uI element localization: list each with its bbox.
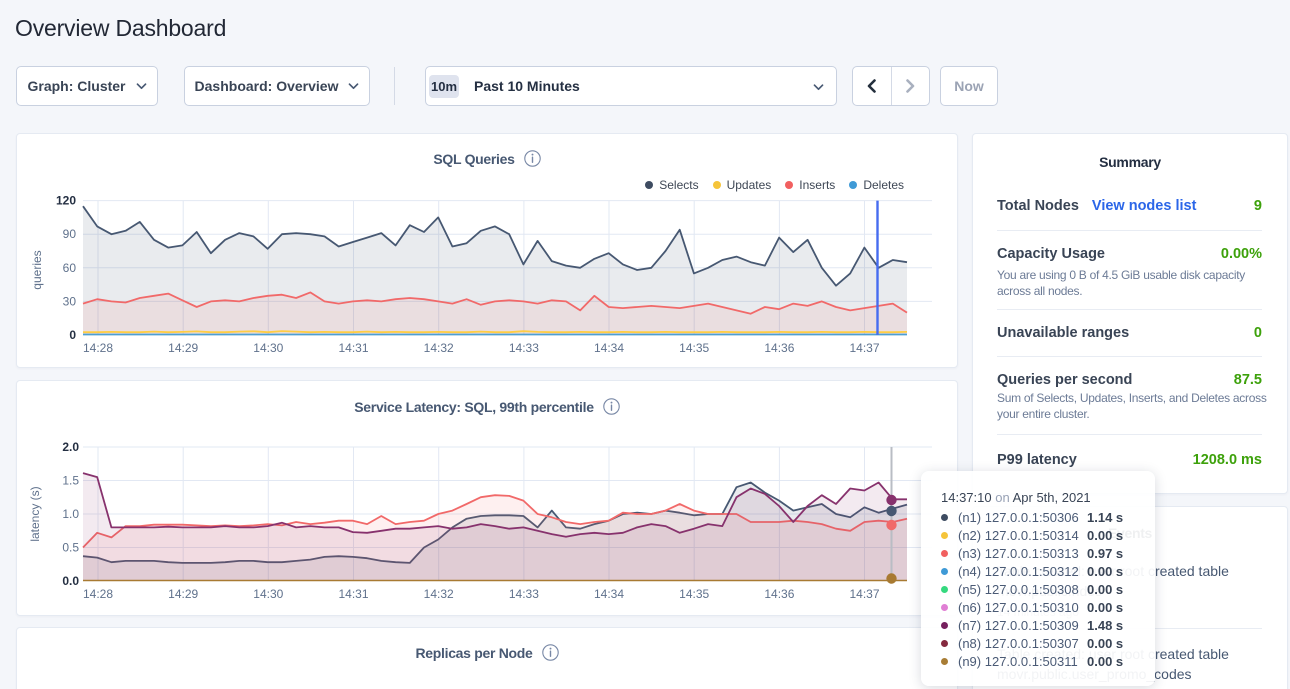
svg-text:14:31: 14:31: [338, 341, 368, 355]
svg-text:1.5: 1.5: [62, 474, 79, 488]
svg-text:14:28: 14:28: [83, 341, 113, 355]
svg-text:latency (s): latency (s): [28, 486, 42, 541]
svg-text:14:33: 14:33: [509, 587, 539, 601]
svg-text:14:29: 14:29: [168, 587, 198, 601]
svg-text:120: 120: [56, 194, 76, 208]
svg-text:14:30: 14:30: [253, 587, 283, 601]
svg-text:1.0: 1.0: [62, 507, 79, 521]
svg-text:14:30: 14:30: [253, 341, 283, 355]
svg-text:2.0: 2.0: [62, 440, 79, 454]
svg-text:14:35: 14:35: [679, 341, 709, 355]
svg-text:14:37: 14:37: [849, 587, 879, 601]
svg-text:0.0: 0.0: [62, 574, 79, 588]
svg-text:14:32: 14:32: [424, 341, 454, 355]
svg-text:14:34: 14:34: [594, 587, 624, 601]
svg-text:60: 60: [63, 261, 77, 275]
svg-text:14:37: 14:37: [849, 341, 879, 355]
svg-text:30: 30: [63, 294, 77, 308]
svg-text:queries: queries: [30, 250, 44, 289]
svg-text:14:34: 14:34: [594, 341, 624, 355]
svg-text:14:36: 14:36: [764, 587, 794, 601]
svg-text:0: 0: [69, 328, 76, 342]
svg-text:0.5: 0.5: [62, 541, 79, 555]
svg-text:14:36: 14:36: [764, 341, 794, 355]
svg-text:14:32: 14:32: [424, 587, 454, 601]
svg-text:14:28: 14:28: [83, 587, 113, 601]
svg-text:14:33: 14:33: [509, 341, 539, 355]
svg-text:14:35: 14:35: [679, 587, 709, 601]
svg-text:90: 90: [63, 227, 77, 241]
svg-text:14:31: 14:31: [338, 587, 368, 601]
svg-text:14:29: 14:29: [168, 341, 198, 355]
